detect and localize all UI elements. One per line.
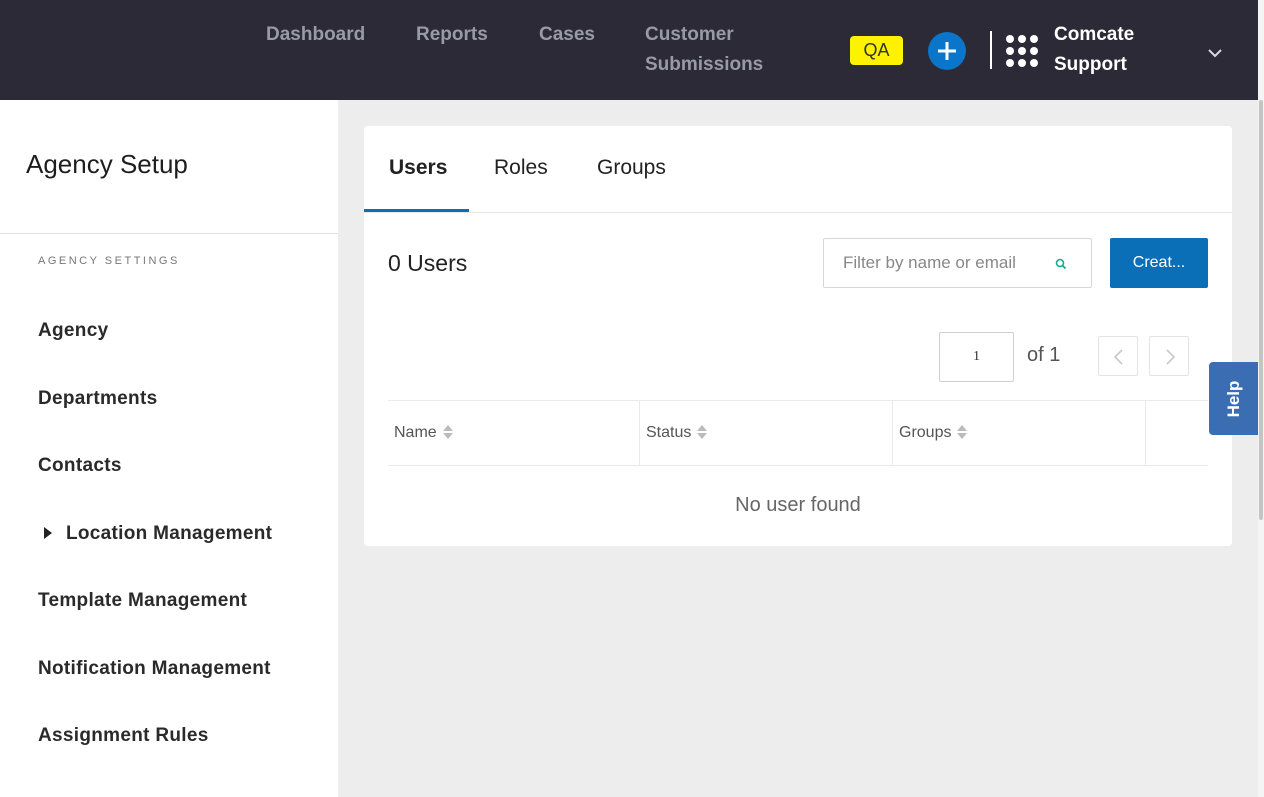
help-label: Help [1223, 380, 1243, 417]
users-count: 0 Users [388, 250, 468, 276]
add-button[interactable] [928, 32, 966, 70]
sidebar-item-notification-management[interactable]: Notification Management [38, 656, 271, 682]
sidebar-title: Agency Setup [26, 149, 188, 179]
tab-groups[interactable]: Groups [597, 154, 666, 182]
table-header: Name Status Groups [388, 400, 1208, 466]
column-header-groups[interactable]: Groups [893, 401, 1146, 465]
environment-badge: QA [850, 36, 903, 65]
sidebar-divider [0, 233, 338, 234]
column-label: Groups [899, 424, 952, 441]
sort-icon [442, 424, 453, 439]
column-header-name[interactable]: Name [388, 401, 640, 465]
previous-page-button[interactable] [1098, 336, 1138, 376]
nav-reports[interactable]: Reports [416, 20, 488, 50]
nav-cases[interactable]: Cases [539, 20, 595, 50]
plus-icon [938, 42, 956, 60]
page-total-label: of 1 [1027, 344, 1061, 366]
sidebar-item-contacts[interactable]: Contacts [38, 453, 122, 479]
grid-dots-icon[interactable] [1006, 35, 1038, 67]
column-label: Status [646, 424, 692, 441]
sidebar-item-assignment-rules[interactable]: Assignment Rules [38, 723, 209, 749]
scrollbar-thumb[interactable] [1259, 100, 1263, 520]
column-header-status[interactable]: Status [640, 401, 893, 465]
sidebar-item-departments[interactable]: Departments [38, 386, 157, 412]
sidebar-item-agency[interactable]: Agency [38, 318, 108, 344]
section-label-agency-settings: AGENCY SETTINGS [38, 255, 180, 267]
page-number-input[interactable] [939, 332, 1014, 382]
header-divider [990, 31, 992, 69]
next-page-button[interactable] [1149, 336, 1189, 376]
sidebar-item-template-management[interactable]: Template Management [38, 588, 247, 614]
caret-right-icon [44, 526, 52, 539]
tab-roles[interactable]: Roles [494, 154, 548, 182]
chevron-left-icon [1113, 349, 1123, 365]
sidebar-item-location-management[interactable]: Location Management [38, 521, 272, 547]
chevron-down-icon[interactable] [1206, 44, 1224, 62]
create-user-button[interactable]: Creat... [1110, 238, 1208, 288]
nav-customer-submissions[interactable]: Customer Submissions [645, 20, 775, 80]
sort-icon [957, 424, 968, 439]
empty-table-message: No user found [735, 494, 861, 516]
organization-name[interactable]: Comcate Support [1054, 20, 1164, 80]
tab-users[interactable]: Users [389, 154, 447, 182]
chevron-right-icon [1166, 349, 1176, 365]
sort-icon [697, 424, 708, 439]
filter-field[interactable] [823, 238, 1092, 288]
nav-dashboard[interactable]: Dashboard [266, 20, 365, 50]
users-card: Users Roles Groups 0 Users Creat... of 1… [364, 126, 1232, 546]
search-icon[interactable] [1053, 256, 1069, 272]
top-navigation-bar: Dashboard Reports Cases Customer Submiss… [0, 0, 1258, 100]
filter-input[interactable] [825, 240, 1045, 286]
tab-divider [364, 212, 1232, 213]
column-label: Name [394, 424, 437, 441]
sidebar: Agency Setup AGENCY SETTINGS Agency Depa… [0, 100, 338, 797]
sidebar-item-label: Location Management [66, 523, 273, 544]
help-button[interactable]: Help [1209, 362, 1258, 435]
